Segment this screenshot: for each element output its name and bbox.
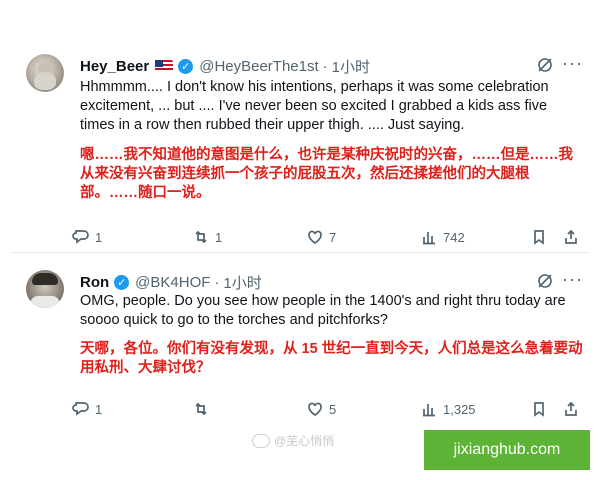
like-count: 5: [329, 401, 337, 417]
tweet-translation: 嗯……我不知道他的意图是什么，也许是某种庆祝时的兴奋，……但是……我从来没有兴奋…: [80, 147, 573, 201]
views-button[interactable]: 742: [420, 226, 465, 248]
site-label: jixianghub.com: [424, 430, 590, 470]
tweet-text: Hhmmmm.... I don't know his intentions, …: [80, 79, 549, 133]
watermark-text: @芜心悄悄: [274, 434, 335, 448]
like-icon: [308, 402, 322, 416]
more-icon[interactable]: ···: [562, 270, 582, 288]
bookmark-button[interactable]: [530, 398, 548, 420]
views-icon: [423, 232, 435, 245]
share-icon: [565, 401, 577, 416]
timestamp[interactable]: 1小时: [332, 56, 370, 77]
verified-badge-icon: ✓: [114, 274, 130, 290]
avatar-shirt: [30, 296, 60, 308]
reply-icon: [72, 230, 89, 244]
avatar[interactable]: [26, 54, 64, 92]
repost-button[interactable]: [192, 398, 215, 420]
like-icon: [308, 230, 322, 244]
verified-badge-icon: ✓: [178, 58, 194, 74]
reply-count: 1: [95, 401, 103, 417]
grok-icon[interactable]: [536, 272, 554, 290]
separator-dot: ·: [322, 57, 328, 75]
handle[interactable]: @BK4HOF: [135, 274, 210, 291]
tweet-2[interactable]: Ron ✓ @BK4HOF · 1小时 ··· OMG, people. Do …: [0, 258, 600, 433]
avatar-beard: [34, 72, 56, 90]
tweet-header: Ron ✓ @BK4HOF · 1小时: [80, 272, 580, 292]
timestamp[interactable]: 1小时: [223, 272, 261, 293]
repost-icon: [195, 230, 207, 244]
grok-icon[interactable]: [536, 56, 554, 74]
like-count: 7: [329, 229, 337, 245]
watermark: @芜心悄悄: [252, 432, 334, 449]
views-count: 742: [443, 229, 465, 245]
views-icon: [423, 404, 435, 417]
bookmark-icon: [534, 230, 544, 245]
handle[interactable]: @HeyBeerThe1st: [199, 58, 318, 75]
share-button[interactable]: [562, 226, 580, 248]
like-button[interactable]: 7: [306, 226, 336, 248]
us-flag-icon: [155, 60, 174, 72]
more-icon[interactable]: ···: [562, 54, 582, 72]
reply-icon: [72, 402, 89, 416]
like-button[interactable]: 5: [306, 398, 336, 420]
share-button[interactable]: [562, 398, 580, 420]
tweet-divider: [10, 252, 590, 253]
views-button[interactable]: 1,325: [420, 398, 476, 420]
bookmark-icon: [534, 402, 544, 417]
separator-dot: ·: [214, 273, 220, 291]
share-icon: [565, 229, 577, 244]
action-bar: 1 1 7 742: [72, 226, 586, 248]
tweet-1[interactable]: Hey_Beer ✓ @HeyBeerThe1st · 1小时 ··· Hhmm…: [0, 42, 600, 252]
reply-button[interactable]: 1: [72, 226, 102, 248]
tweet-translation: 天哪，各位。你们有没有发现，从 15 世纪一直到今天，人们总是这么急着要动用私刑…: [80, 341, 583, 376]
weibo-icon: [252, 433, 270, 448]
reply-button[interactable]: 1: [72, 398, 102, 420]
reply-count: 1: [95, 229, 103, 245]
display-name[interactable]: Ron: [80, 274, 109, 291]
repost-button[interactable]: 1: [192, 226, 222, 248]
bookmark-button[interactable]: [530, 226, 548, 248]
avatar-cap: [32, 273, 58, 285]
tweet-header: Hey_Beer ✓ @HeyBeerThe1st · 1小时: [80, 56, 580, 76]
repost-icon: [195, 402, 207, 416]
tweet-text: OMG, people. Do you see how people in th…: [80, 293, 566, 328]
repost-count: 1: [215, 229, 223, 245]
avatar[interactable]: [26, 270, 64, 308]
views-count: 1,325: [443, 401, 476, 417]
action-bar: 1 5 1,325: [72, 398, 586, 420]
display-name[interactable]: Hey_Beer: [80, 58, 149, 75]
